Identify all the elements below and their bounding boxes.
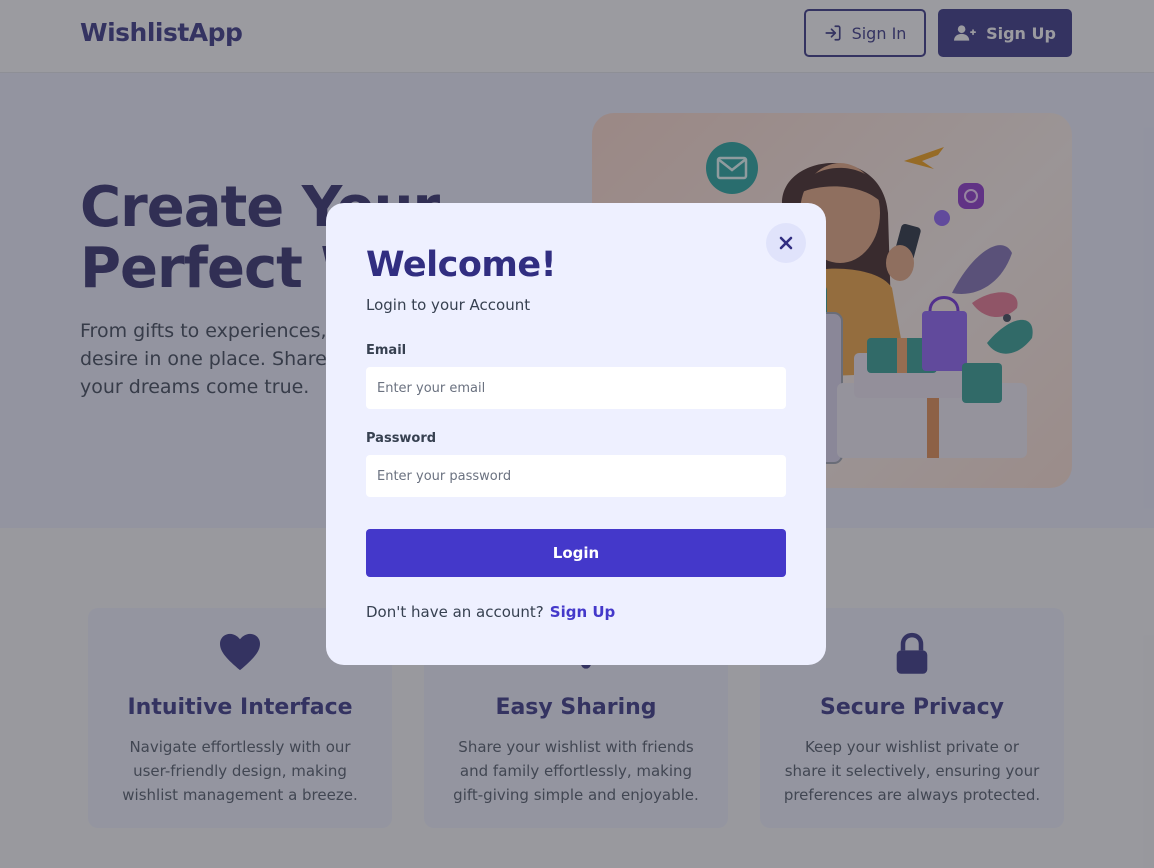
password-label: Password [366, 431, 437, 446]
modal-title: Welcome! [366, 245, 557, 285]
modal-subtitle: Login to your Account [366, 296, 531, 314]
login-modal: Welcome! Login to your Account Email Pas… [326, 203, 826, 665]
no-account-text: Don't have an account? [366, 603, 544, 621]
signup-prompt: Don't have an account? Sign Up [366, 603, 615, 621]
email-field[interactable] [366, 367, 786, 409]
close-button[interactable] [766, 223, 806, 263]
close-icon [779, 236, 793, 250]
email-label: Email [366, 343, 407, 358]
sign-up-link[interactable]: Sign Up [550, 603, 616, 621]
login-button[interactable]: Login [366, 529, 786, 577]
password-field[interactable] [366, 455, 786, 497]
